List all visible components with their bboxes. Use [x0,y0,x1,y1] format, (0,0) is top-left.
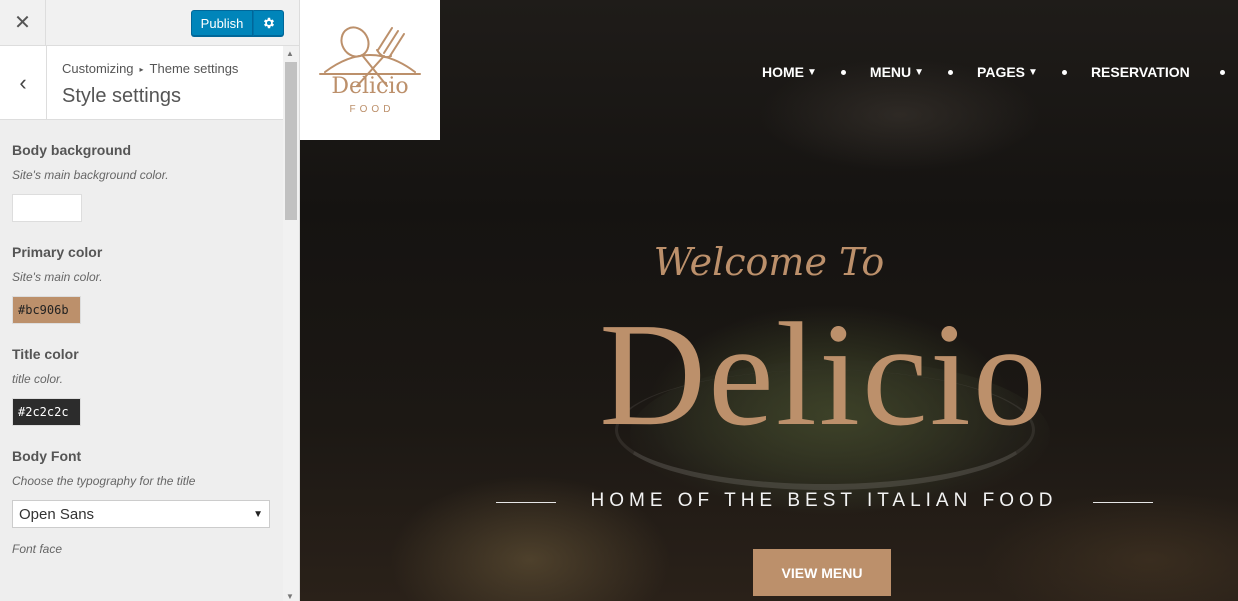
nav-separator [948,69,954,75]
control-description: Choose the typography for the title [12,474,196,488]
logo-subtitle: FOOD [349,104,395,115]
back-button[interactable]: ‹ [0,46,47,119]
nav-item-menu[interactable]: MENU ▼ [870,64,924,80]
nav-item-home[interactable]: HOME ▼ [762,64,817,80]
publish-group: Publish [191,10,284,36]
nav-separator [840,69,846,75]
chevron-left-icon: ‹ [19,69,27,95]
nav-item-label: PAGES [977,64,1026,80]
breadcrumb-parent: Customizing [62,61,134,76]
hero-tagline: HOME OF THE BEST ITALIAN FOOD [590,490,1058,511]
hero-welcome-text: Welcome To [653,240,885,284]
view-menu-button[interactable]: VIEW MENU [753,549,891,596]
section-header: ‹ Customizing ▸ Theme settings Style setti… [0,46,283,120]
breadcrumb-separator-icon: ▸ [139,65,144,74]
control-title: Body background [12,142,132,158]
site-preview: Delicio FOOD HOME ▼ MENU ▼ PAGES ▼ RESER… [300,0,1238,601]
body-font-select[interactable]: Open Sans ▼ [12,500,270,528]
main-navigation: HOME ▼ MENU ▼ PAGES ▼ RESERVATION BL [762,64,1238,80]
site-logo[interactable]: Delicio FOOD [300,0,440,140]
control-title: Primary color [12,244,103,260]
controls-list: Body background Site's main background c… [12,120,277,556]
hero-title: Delicio [599,293,1049,457]
control-title: Title color [12,346,79,362]
logo-name: Delicio [331,74,409,99]
scrollbar-thumb[interactable] [285,62,297,220]
tagline-divider-right [1093,502,1153,503]
nav-item-pages[interactable]: PAGES ▼ [977,64,1038,80]
dropdown-arrow-icon: ▼ [253,508,263,520]
control-body-background: Body background Site's main background c… [12,142,277,222]
publish-button[interactable]: Publish [191,10,253,36]
customizer-sidebar: ✕ Publish ‹ Customizing ▸ Theme settings S… [0,0,300,601]
control-description: Site's main color. [12,270,103,284]
customizer-header: ✕ Publish [0,0,299,46]
primary-color-picker[interactable]: #bc906b [12,296,81,324]
chevron-down-icon: ▼ [1028,66,1038,78]
publish-settings-button[interactable] [253,10,284,36]
breadcrumb: Customizing ▸ Theme settings [62,61,238,76]
control-description: Site's main background color. [12,168,169,182]
close-icon: ✕ [14,12,31,34]
nav-item-reservation[interactable]: RESERVATION [1091,64,1190,80]
nav-separator [1219,69,1225,75]
body-background-color-picker[interactable] [12,194,82,222]
chevron-down-icon: ▼ [914,66,925,78]
font-face-label: Font face [12,542,63,556]
scroll-up-arrow-icon[interactable]: ▲ [286,49,294,58]
sidebar-scrollbar[interactable]: ▲ ▼ [283,46,299,601]
nav-separator [1061,69,1067,75]
close-customizer-button[interactable]: ✕ [0,0,46,45]
control-title: Body Font [12,448,82,464]
control-description: title color. [12,372,63,386]
breadcrumb-current: Theme settings [149,61,239,76]
nav-item-label: RESERVATION [1090,64,1190,80]
nav-item-label: HOME [762,64,804,80]
section-title: Style settings [62,85,181,107]
gear-icon [263,17,274,29]
control-body-font: Body Font Choose the typography for the … [12,448,277,556]
title-color-picker[interactable]: #2c2c2c [12,398,81,426]
chevron-down-icon: ▼ [807,66,817,78]
control-title-color: Title color title color. #2c2c2c [12,346,277,426]
control-primary-color: Primary color Site's main color. #bc906b [12,244,277,324]
nav-item-label: MENU [869,64,912,80]
font-select-value: Open Sans [19,505,95,523]
scroll-down-arrow-icon[interactable]: ▼ [286,592,294,601]
